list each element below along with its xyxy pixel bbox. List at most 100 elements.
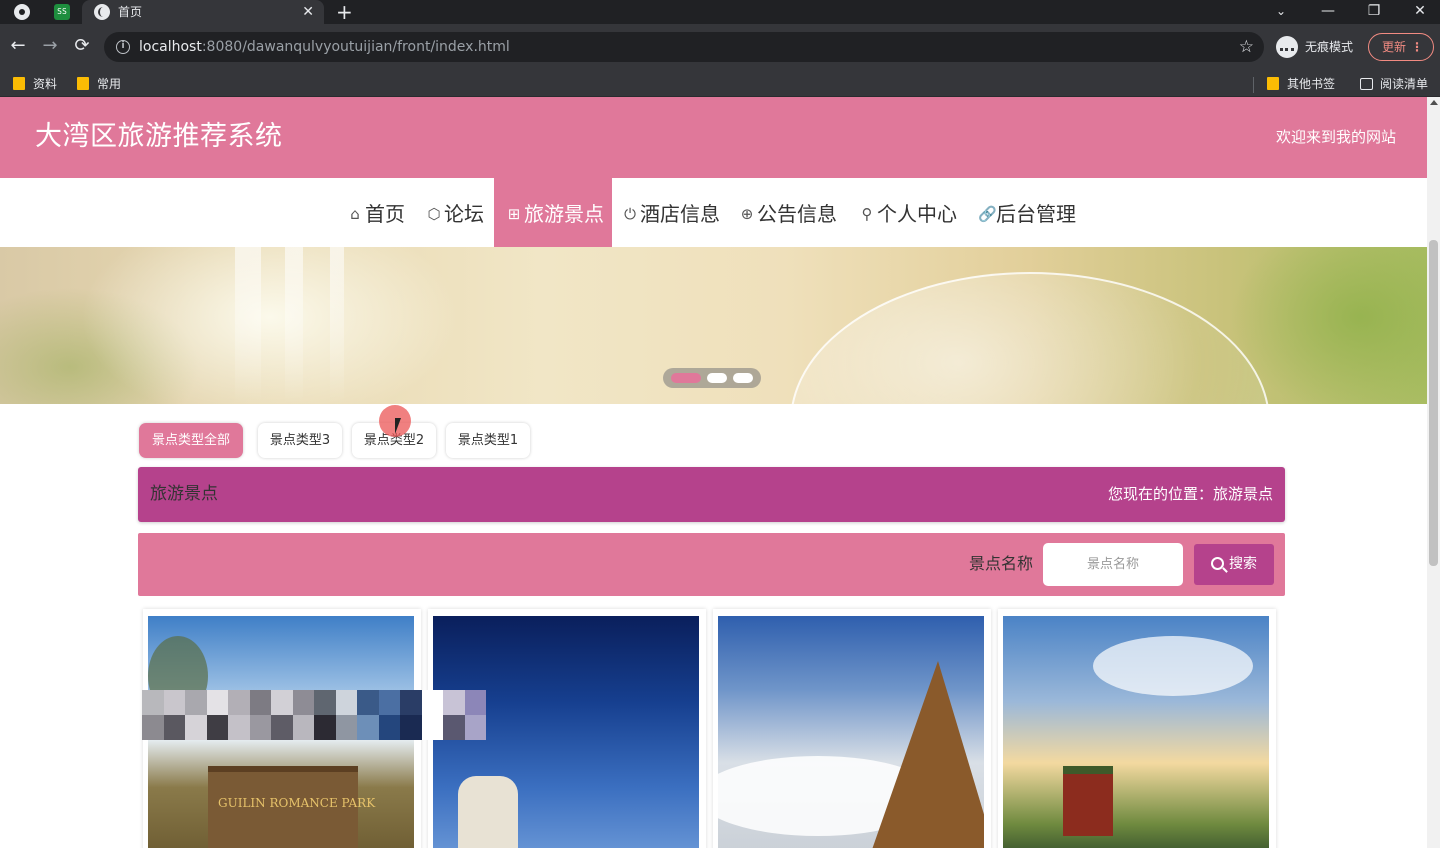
reload-button[interactable]: ⟳ xyxy=(70,34,94,58)
banner-decoration xyxy=(235,247,261,404)
incognito-label[interactable]: 无痕模式 xyxy=(1305,40,1353,54)
nav-item-profile[interactable]: ⚲ 个人中心 xyxy=(859,178,958,250)
back-button[interactable]: ← xyxy=(6,34,30,58)
banner-decoration xyxy=(330,247,344,404)
carousel-indicators xyxy=(663,368,761,388)
folder-icon xyxy=(1267,77,1279,90)
power-icon: ⏻ xyxy=(624,205,636,223)
user-icon: ⚲ xyxy=(861,205,873,223)
main-nav: ⌂ 首页 ⬡ 论坛 ⊞ 旅游景点 ⏻ 酒店信息 ⊕ 公告信息 ⚲ 个人中心 🔗 后台管理 xyxy=(0,178,1427,250)
carousel-dot-1[interactable] xyxy=(671,373,701,383)
tab-title: 首页 xyxy=(118,5,143,19)
cube-icon: ⬡ xyxy=(427,205,441,223)
new-tab-button[interactable]: + xyxy=(336,0,353,24)
minimize-button[interactable]: — xyxy=(1305,0,1351,24)
nav-item-notices[interactable]: ⊕ 公告信息 xyxy=(739,178,837,250)
banner-decoration xyxy=(285,247,303,404)
reading-list-button[interactable]: 阅读清单 xyxy=(1360,75,1428,93)
banner-carousel[interactable] xyxy=(0,247,1427,404)
search-bar: 景点名称 搜索 xyxy=(138,533,1285,596)
section-title: 旅游景点 xyxy=(150,484,218,504)
bookmark-divider xyxy=(1253,77,1254,93)
forward-button[interactable]: → xyxy=(38,34,62,58)
incognito-icon[interactable] xyxy=(1276,36,1298,58)
site-info-icon[interactable]: i xyxy=(116,40,130,54)
update-button[interactable]: 更新 ⋮ xyxy=(1368,33,1434,61)
image-sign-text: GUILIN ROMANCE PARK xyxy=(218,796,376,810)
breadcrumb: 您现在的位置：旅游景点 xyxy=(1107,485,1273,503)
search-button[interactable]: 搜索 xyxy=(1194,544,1274,585)
nav-item-hotels[interactable]: ⏻ 酒店信息 xyxy=(622,178,720,250)
attraction-card[interactable] xyxy=(713,609,991,848)
nav-item-admin[interactable]: 🔗 后台管理 xyxy=(978,178,1076,250)
nav-item-forum[interactable]: ⬡ 论坛 xyxy=(426,178,484,250)
nav-label: 论坛 xyxy=(444,202,484,226)
pinned-tab-sheets-icon[interactable]: SS xyxy=(54,4,70,20)
pixelated-overlay xyxy=(142,690,486,740)
tab-search-chevron-icon[interactable]: ⌄ xyxy=(1258,0,1304,24)
menu-dots-icon: ⋮ xyxy=(1411,40,1423,54)
bookmarks-bar: 资料 常用 其他书签 阅读清单 xyxy=(0,70,1440,97)
scrollbar-thumb[interactable] xyxy=(1429,240,1438,566)
welcome-text: 欢迎来到我的网站 xyxy=(1275,128,1396,146)
reading-list-icon xyxy=(1360,78,1373,90)
image-decoration xyxy=(1063,766,1113,836)
nav-item-attractions[interactable]: ⊞ 旅游景点 xyxy=(494,178,612,250)
type-filter-all[interactable]: 景点类型全部 xyxy=(139,423,243,458)
image-decoration xyxy=(458,776,518,848)
banner-bubble-image xyxy=(790,272,1270,404)
nav-label: 个人中心 xyxy=(877,202,957,226)
nav-label: 旅游景点 xyxy=(524,202,604,226)
tab-close-icon[interactable]: ✕ xyxy=(302,3,314,21)
browser-toolbar: ← → ⟳ i localhost:8080/dawanqulvyoutuiji… xyxy=(0,24,1440,70)
scroll-up-arrow-icon[interactable] xyxy=(1430,100,1438,105)
close-window-button[interactable]: ✕ xyxy=(1397,0,1440,24)
address-bar[interactable]: i localhost:8080/dawanqulvyoutuijian/fro… xyxy=(104,32,1264,62)
maximize-button[interactable]: ❐ xyxy=(1351,0,1397,24)
browser-tab-home[interactable]: 首页 ✕ xyxy=(82,0,324,24)
attraction-image[interactable] xyxy=(1003,616,1269,848)
bookmark-folder-ziliao[interactable]: 资料 xyxy=(13,75,57,93)
reading-list-label: 阅读清单 xyxy=(1380,77,1429,91)
search-button-label: 搜索 xyxy=(1229,556,1257,572)
folder-icon xyxy=(77,77,89,90)
image-decoration xyxy=(1093,636,1253,696)
globe-icon xyxy=(94,4,110,20)
nav-label: 酒店信息 xyxy=(640,202,720,226)
other-bookmarks-folder[interactable]: 其他书签 xyxy=(1267,75,1335,93)
image-decoration xyxy=(868,661,984,848)
nav-item-home[interactable]: ⌂ 首页 xyxy=(347,178,405,250)
link-icon: 🔗 xyxy=(978,205,997,223)
banner-decoration xyxy=(80,247,460,404)
globe-icon: ⊕ xyxy=(740,205,754,223)
home-icon: ⌂ xyxy=(350,205,360,223)
mouse-cursor-icon xyxy=(395,418,401,434)
nav-label: 公告信息 xyxy=(757,202,837,226)
site-title: 大湾区旅游推荐系统 xyxy=(35,121,283,152)
search-label: 景点名称 xyxy=(968,554,1033,573)
browser-tab-bar: SS 首页 ✕ + ⌄ — ❐ ✕ xyxy=(0,0,1440,24)
url-text[interactable]: localhost:8080/dawanqulvyoutuijian/front… xyxy=(139,39,510,55)
bookmark-label: 常用 xyxy=(97,77,122,91)
section-header: 旅游景点 您现在的位置：旅游景点 xyxy=(138,467,1285,522)
bookmark-folder-changyong[interactable]: 常用 xyxy=(77,75,121,93)
search-input[interactable] xyxy=(1043,543,1183,586)
carousel-dot-2[interactable] xyxy=(707,373,727,383)
attraction-card[interactable] xyxy=(998,609,1276,848)
type-filter-3[interactable]: 景点类型3 xyxy=(258,423,342,458)
site-header: 大湾区旅游推荐系统 欢迎来到我的网站 xyxy=(0,97,1427,178)
bookmark-label: 其他书签 xyxy=(1287,77,1336,91)
attraction-image[interactable] xyxy=(718,616,984,848)
bookmark-star-icon[interactable]: ☆ xyxy=(1239,37,1254,57)
folder-icon xyxy=(13,77,25,90)
carousel-dot-3[interactable] xyxy=(733,373,753,383)
chrome-icon[interactable] xyxy=(14,4,30,20)
nav-label: 后台管理 xyxy=(996,202,1076,226)
type-filter-1[interactable]: 景点类型1 xyxy=(446,423,530,458)
page-scrollbar[interactable] xyxy=(1427,97,1440,848)
update-label: 更新 xyxy=(1382,40,1407,54)
search-icon xyxy=(1211,557,1224,570)
image-decoration: GUILIN ROMANCE PARK xyxy=(208,766,376,848)
gift-icon: ⊞ xyxy=(507,205,521,223)
bookmark-label: 资料 xyxy=(33,77,58,91)
